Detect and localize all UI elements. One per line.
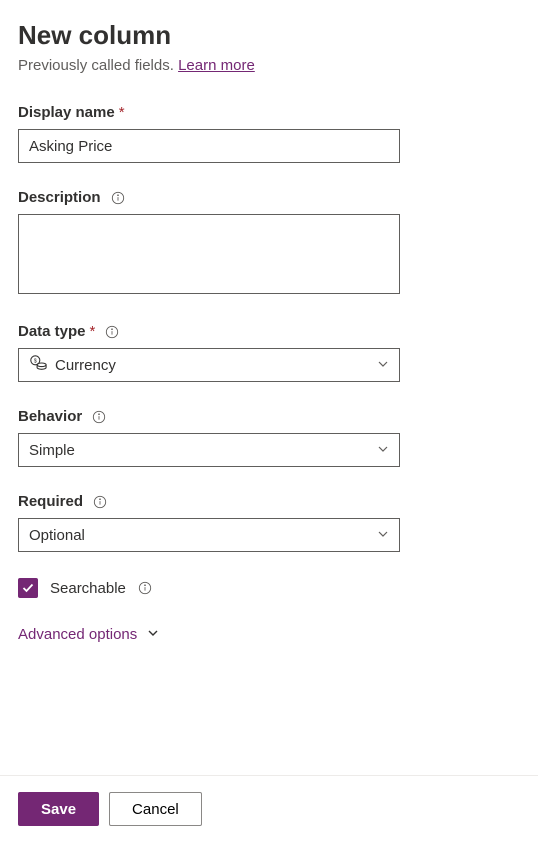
required-mark: * — [119, 104, 125, 121]
save-button[interactable]: Save — [18, 792, 99, 826]
required-select[interactable]: Optional — [18, 518, 400, 552]
svg-text:$: $ — [34, 359, 37, 365]
data-type-select[interactable]: $ Currency — [18, 348, 400, 382]
data-type-value: Currency — [55, 357, 116, 374]
description-label: Description — [18, 189, 101, 206]
behavior-select[interactable]: Simple — [18, 433, 400, 467]
learn-more-link[interactable]: Learn more — [178, 57, 255, 74]
data-type-label: Data type — [18, 323, 86, 340]
cancel-button[interactable]: Cancel — [109, 792, 202, 826]
currency-icon: $ — [29, 354, 47, 376]
behavior-value: Simple — [29, 442, 75, 459]
behavior-label: Behavior — [18, 408, 82, 425]
footer: Save Cancel — [0, 775, 538, 842]
info-icon[interactable] — [93, 495, 107, 509]
info-icon[interactable] — [111, 191, 125, 205]
description-input[interactable] — [18, 214, 400, 294]
panel-subtitle: Previously called fields. Learn more — [18, 57, 520, 74]
advanced-options-label: Advanced options — [18, 626, 137, 643]
required-value: Optional — [29, 527, 85, 544]
info-icon[interactable] — [105, 325, 119, 339]
chevron-down-icon — [147, 626, 159, 643]
display-name-label: Display name — [18, 104, 115, 121]
info-icon[interactable] — [138, 581, 152, 595]
searchable-checkbox[interactable] — [18, 578, 38, 598]
searchable-label: Searchable — [50, 580, 126, 597]
chevron-down-icon — [377, 527, 389, 544]
advanced-options-toggle[interactable]: Advanced options — [18, 626, 159, 643]
display-name-input[interactable] — [18, 129, 400, 163]
chevron-down-icon — [377, 442, 389, 459]
info-icon[interactable] — [92, 410, 106, 424]
chevron-down-icon — [377, 357, 389, 374]
panel-title: New column — [18, 20, 520, 51]
required-mark: * — [90, 323, 96, 340]
required-label: Required — [18, 493, 83, 510]
subtitle-text: Previously called fields. — [18, 57, 178, 74]
